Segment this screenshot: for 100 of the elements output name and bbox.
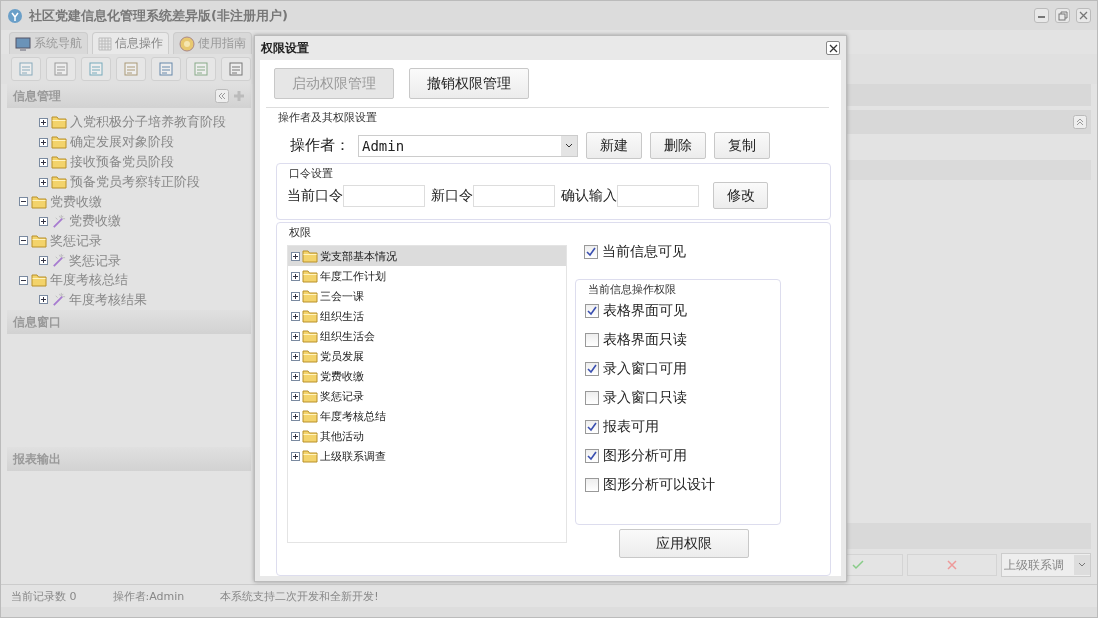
checkbox-label: 图形分析可以设计 (603, 475, 715, 494)
action-button[interactable]: 撤销权限管理 (409, 68, 529, 99)
wand-icon (51, 292, 66, 308)
expand-icon[interactable] (39, 256, 48, 266)
help-icon (179, 35, 195, 52)
status-text: 当前记录数 0 (11, 588, 77, 604)
expand-icon[interactable] (39, 295, 48, 305)
expand-icon[interactable] (291, 311, 300, 321)
check-icon (852, 560, 864, 570)
folder-icon (302, 309, 318, 323)
checkbox[interactable] (585, 390, 599, 405)
expand-icon[interactable] (39, 137, 48, 147)
checkbox[interactable] (584, 245, 598, 259)
field-label: 确认输入 (561, 186, 617, 205)
checkbox[interactable] (585, 303, 599, 318)
change-button[interactable]: 修改 (713, 182, 768, 209)
folder-icon (302, 329, 318, 343)
window-title: 社区党建信息化管理系统差异版(非注册用户) (29, 6, 289, 25)
restore-icon (1057, 10, 1068, 21)
app-logo-icon (7, 7, 23, 24)
group-title: 当前信息操作权限 (587, 282, 677, 296)
operator-button[interactable]: 新建 (586, 132, 642, 159)
expand-icon[interactable] (291, 351, 300, 361)
field-label: 当前口令 (287, 186, 343, 205)
tree-row[interactable]: 党支部基本情况 (288, 246, 566, 266)
checkbox-label: 当前信息可见 (602, 243, 686, 261)
section-title: 权限 (288, 225, 312, 239)
folder-icon (51, 155, 67, 169)
minimize-button[interactable] (1034, 8, 1049, 23)
checkbox-label: 报表可用 (603, 417, 659, 436)
tree-row[interactable]: 党员发展 (288, 346, 566, 366)
expand-icon[interactable] (39, 117, 48, 127)
section-title: 口令设置 (288, 166, 334, 180)
document-icon (193, 61, 209, 77)
document-icon (88, 61, 104, 77)
expand-icon[interactable] (291, 431, 300, 441)
expand-icon[interactable] (39, 157, 48, 167)
document-icon (158, 61, 174, 77)
document-icon (123, 61, 139, 77)
folder-icon (302, 449, 318, 463)
tree-row[interactable]: 年度工作计划 (288, 266, 566, 286)
folder-icon (51, 115, 67, 129)
expand-icon[interactable] (291, 391, 300, 401)
collapse-icon[interactable] (19, 275, 28, 285)
folder-icon (302, 409, 318, 423)
tree-row[interactable]: 组织生活会 (288, 326, 566, 346)
checkbox[interactable] (585, 332, 599, 347)
folder-icon (31, 234, 47, 248)
field-label: 新口令 (431, 186, 473, 205)
checkbox-label: 录入窗口只读 (603, 388, 687, 407)
folder-icon (51, 135, 67, 149)
expand-icon[interactable] (291, 451, 300, 461)
password-field[interactable] (343, 184, 425, 207)
dialog-title: 权限设置 (261, 39, 310, 57)
folder-icon (31, 273, 47, 288)
expand-icon[interactable] (39, 216, 48, 226)
tree-row[interactable]: 年度考核总结 (288, 406, 566, 426)
panel-title: 信息窗口 (13, 313, 62, 331)
tree-row[interactable]: 组织生活 (288, 306, 566, 326)
cross-icon (947, 560, 957, 570)
close-icon (828, 43, 838, 53)
document-icon (53, 61, 69, 77)
password-field[interactable] (473, 184, 555, 207)
operator-button[interactable]: 删除 (650, 132, 706, 159)
checkbox-label: 表格界面只读 (603, 330, 687, 349)
section-title: 操作者及其权限设置 (277, 110, 378, 124)
tree-row[interactable]: 党费收缴 (288, 366, 566, 386)
collapse-icon[interactable] (19, 236, 28, 246)
tree-row[interactable]: 上级联系调查 (288, 446, 566, 466)
collapse-icon[interactable] (19, 197, 28, 207)
status-text: 本系统支持二次开发和全新开发! (220, 588, 379, 604)
checkbox[interactable] (585, 448, 599, 463)
folder-icon (51, 175, 67, 189)
checkbox[interactable] (585, 477, 599, 492)
tree-row[interactable]: 其他活动 (288, 426, 566, 446)
operator-dropdown[interactable]: Admin (358, 134, 578, 157)
expand-icon[interactable] (291, 331, 300, 341)
operator-button[interactable]: 复制 (714, 132, 770, 159)
tree-row[interactable]: 三会一课 (288, 286, 566, 306)
apply-button[interactable]: 应用权限 (619, 529, 749, 558)
checkbox[interactable] (585, 419, 599, 434)
expand-icon[interactable] (291, 251, 300, 261)
panel-title: 信息管理 (13, 87, 62, 105)
expand-icon[interactable] (291, 411, 300, 421)
grid-icon (98, 36, 112, 51)
close-button[interactable] (826, 41, 840, 55)
password-field[interactable] (617, 184, 699, 207)
operator-label: 操作者： (290, 136, 350, 155)
folder-icon (302, 249, 318, 263)
expand-icon[interactable] (291, 271, 300, 281)
wand-icon (51, 253, 66, 269)
folder-icon (302, 289, 318, 303)
checkbox[interactable] (585, 361, 599, 376)
tree-row[interactable]: 奖惩记录 (288, 386, 566, 406)
folder-icon (302, 389, 318, 403)
document-icon (228, 61, 244, 77)
expand-icon[interactable] (291, 291, 300, 301)
checkbox-label: 表格界面可见 (603, 301, 687, 320)
expand-icon[interactable] (39, 177, 48, 187)
expand-icon[interactable] (291, 371, 300, 381)
